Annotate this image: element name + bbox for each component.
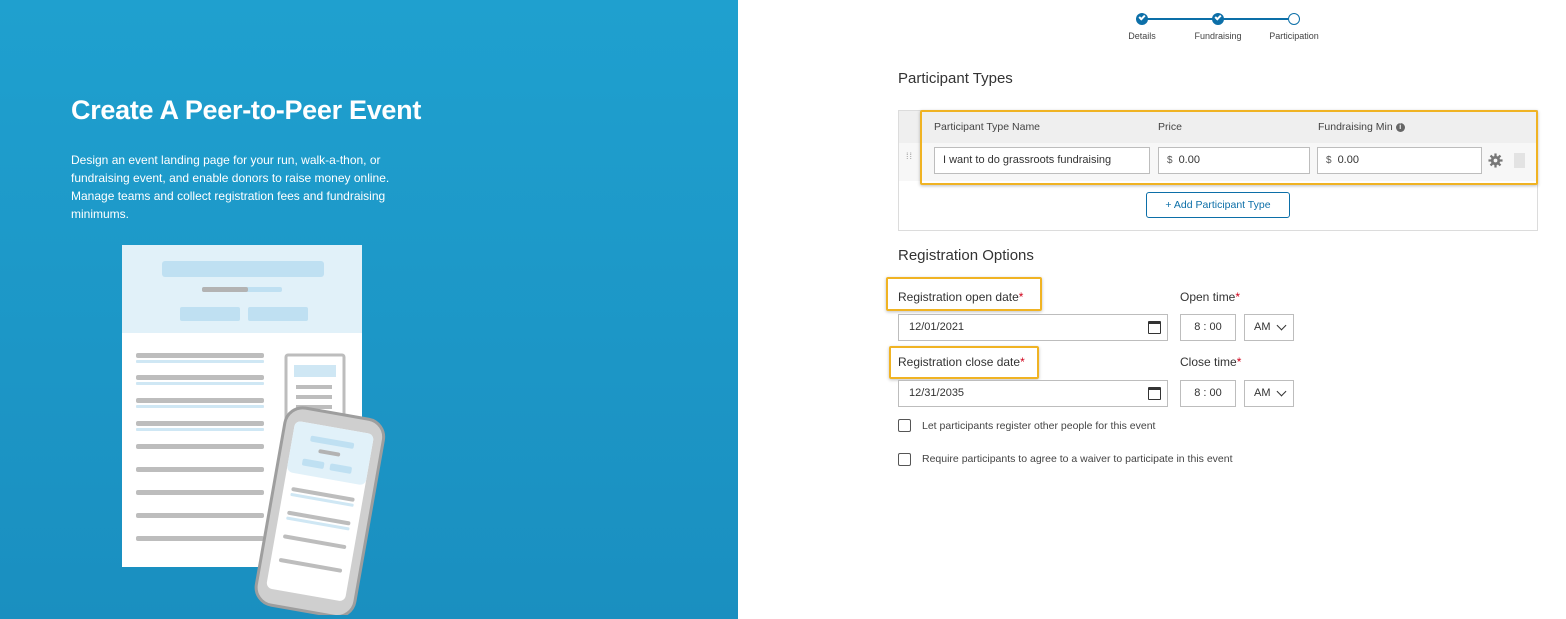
calendar-icon[interactable] — [1148, 387, 1161, 400]
open-time-label-text: Open time — [1180, 290, 1236, 304]
event-illustration — [122, 245, 386, 615]
close-ampm-value: AM — [1254, 387, 1271, 399]
step-fundraising-complete-icon[interactable] — [1212, 13, 1224, 25]
step-label-participation: Participation — [1269, 31, 1319, 41]
open-date-value: 12/01/2021 — [909, 321, 965, 333]
required-mark: * — [1236, 355, 1242, 369]
close-time-label: Close time* — [1180, 355, 1241, 369]
close-time-ampm-select[interactable]: AM — [1244, 380, 1294, 407]
chevron-down-icon — [1276, 320, 1287, 331]
close-time-minute: 00 — [1209, 387, 1222, 399]
waiver-checkbox[interactable] — [898, 453, 911, 466]
highlight-frame — [886, 277, 1042, 311]
calendar-icon[interactable] — [1148, 321, 1161, 334]
progress-stepper: Details Fundraising Participation — [1124, 11, 1344, 45]
highlight-frame — [889, 346, 1039, 379]
hero-title: Create A Peer-to-Peer Event — [71, 95, 422, 125]
registration-options-title: Registration Options — [898, 247, 1034, 264]
step-participation-current-icon — [1288, 13, 1300, 25]
time-separator: : — [1203, 321, 1207, 333]
register-others-label[interactable]: Let participants register other people f… — [922, 420, 1155, 432]
highlight-frame — [920, 110, 1538, 185]
waiver-label[interactable]: Require participants to agree to a waive… — [922, 453, 1233, 465]
open-time-label: Open time* — [1180, 290, 1240, 304]
step-label-details[interactable]: Details — [1128, 31, 1156, 41]
open-time-input[interactable]: 8 : 00 — [1180, 314, 1236, 341]
hero-panel: Create A Peer-to-Peer Event Design an ev… — [0, 0, 738, 619]
required-mark: * — [1235, 290, 1241, 304]
step-label-fundraising[interactable]: Fundraising — [1194, 31, 1241, 41]
participant-types-title: Participant Types — [898, 70, 1013, 87]
step-connector — [1220, 18, 1288, 20]
chevron-down-icon — [1276, 386, 1287, 397]
open-ampm-value: AM — [1254, 321, 1271, 333]
registration-close-date-input[interactable]: 12/31/2035 — [898, 380, 1168, 407]
close-time-label-text: Close time — [1180, 355, 1237, 369]
step-connector — [1140, 18, 1218, 20]
close-time-hour: 8 — [1194, 387, 1201, 399]
registration-open-date-input[interactable]: 12/01/2021 — [898, 314, 1168, 341]
drag-handle-icon[interactable]: ⁞⁞ — [906, 152, 912, 166]
open-time-minute: 00 — [1209, 321, 1222, 333]
open-time-ampm-select[interactable]: AM — [1244, 314, 1294, 341]
step-details-complete-icon[interactable] — [1136, 13, 1148, 25]
time-separator: : — [1203, 387, 1207, 399]
open-time-hour: 8 — [1194, 321, 1201, 333]
close-date-value: 12/31/2035 — [909, 387, 965, 399]
page: Create A Peer-to-Peer Event Design an ev… — [0, 0, 1566, 619]
add-participant-type-button[interactable]: + Add Participant Type — [1146, 192, 1290, 218]
hero-description: Design an event landing page for your ru… — [71, 153, 390, 221]
register-others-checkbox[interactable] — [898, 419, 911, 432]
close-time-input[interactable]: 8 : 00 — [1180, 380, 1236, 407]
